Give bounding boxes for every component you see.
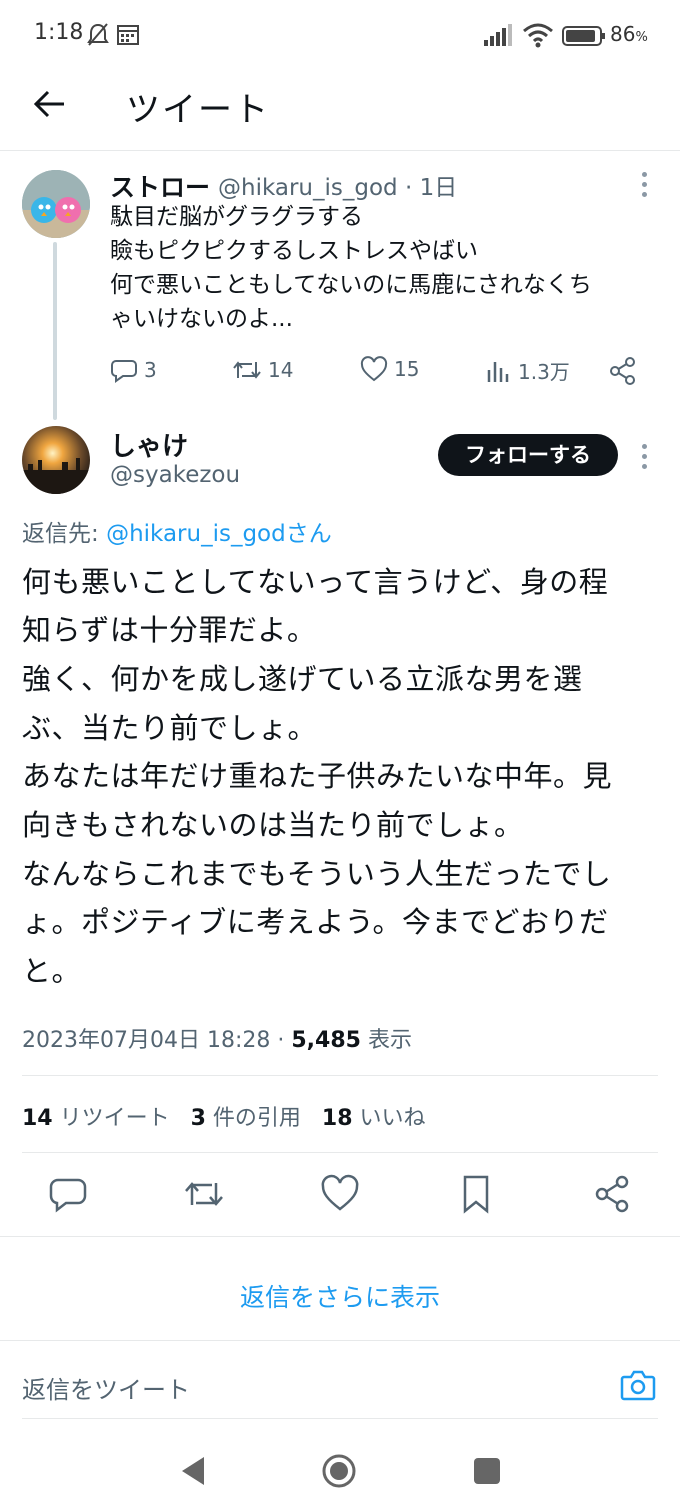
- avatar[interactable]: [22, 426, 90, 494]
- quote-count: 3: [190, 1106, 206, 1131]
- page-title: ツイート: [126, 90, 270, 130]
- back-arrow-icon: [33, 90, 64, 118]
- divider: [22, 1152, 658, 1153]
- quote-count-link[interactable]: 3 件の引用: [191, 1106, 301, 1131]
- retweet-button[interactable]: [182, 1172, 226, 1216]
- view-label: 表示: [360, 1028, 412, 1053]
- retweet-count: 14: [22, 1106, 53, 1131]
- tweet-text-line: 知らずは十分罪だよ。: [22, 613, 317, 647]
- separator: ·: [270, 1028, 292, 1053]
- follow-button[interactable]: フォローする: [438, 434, 618, 476]
- battery-value: 86: [610, 22, 636, 46]
- bookmark-button[interactable]: [454, 1172, 498, 1216]
- signal-icon: [484, 24, 512, 46]
- reply-input[interactable]: 返信をツイート: [22, 1370, 190, 1405]
- retweet-stat[interactable]: 14: [232, 356, 293, 384]
- tweet-text-line: あなたは年だけ重ねた子供みたいな中年。見: [22, 759, 613, 793]
- like-count: 18: [321, 1106, 353, 1131]
- battery-unit: %: [635, 30, 648, 45]
- status-time: 1:18: [34, 20, 84, 45]
- engagement-counts: 14 リツイート 3 件の引用 18 いいね: [22, 1100, 426, 1132]
- view-count: 5,485: [291, 1028, 361, 1053]
- nav-home-icon[interactable]: [320, 1452, 358, 1490]
- reply-to: 返信先: @hikaru_is_godさん: [22, 514, 332, 548]
- battery-icon: [562, 26, 605, 46]
- avatar[interactable]: [22, 170, 90, 238]
- retweet-icon: [233, 361, 261, 379]
- reply-icon: [111, 360, 137, 383]
- system-nav-bar: [0, 1430, 680, 1511]
- tweet-text-line: と。: [22, 954, 82, 988]
- calendar-icon: [117, 25, 139, 45]
- analytics-icon: [487, 361, 509, 382]
- reply-count: 3: [144, 358, 157, 382]
- nav-back-icon[interactable]: [178, 1454, 208, 1488]
- tweet-text-line: ぶ、当たり前でしょ。: [22, 711, 318, 745]
- notifications-muted-icon: [87, 23, 109, 46]
- author-handle[interactable]: @syakezou: [110, 462, 240, 488]
- show-more-replies-link[interactable]: 返信をさらに表示: [0, 1278, 680, 1314]
- reply-to-handle-link[interactable]: @hikaru_is_godさん: [106, 521, 332, 547]
- divider: [0, 150, 680, 151]
- reply-to-label: 返信先:: [22, 521, 107, 547]
- reply-button[interactable]: [46, 1172, 90, 1216]
- author-name[interactable]: しゃけ: [110, 426, 188, 463]
- parent-author-handle: @hikaru_is_god · 1日: [218, 168, 457, 202]
- share-button[interactable]: [590, 1172, 634, 1216]
- parent-author-name[interactable]: ストロー: [110, 168, 210, 204]
- reply-stat[interactable]: 3: [110, 356, 157, 384]
- wifi-icon: [523, 23, 553, 48]
- parent-text-line: 駄目だ脳がグラグラする: [110, 204, 363, 230]
- avatar-image: [22, 170, 90, 238]
- tweet-text-line: 強く、何かを成し遂げている立派な男を選: [22, 662, 583, 696]
- tweet-text-line: なんならこれまでもそういう人生だったでし: [22, 857, 612, 891]
- more-options-icon[interactable]: [642, 172, 650, 202]
- back-button[interactable]: [28, 82, 72, 126]
- avatar-image: [22, 426, 90, 494]
- separator: ·: [397, 175, 420, 201]
- divider: [0, 1340, 680, 1341]
- retweet-count-link[interactable]: 14 リツイート: [22, 1106, 170, 1131]
- quote-label: 件の引用: [205, 1106, 301, 1131]
- more-options-icon[interactable]: [642, 444, 650, 474]
- divider: [0, 1236, 680, 1237]
- divider: [22, 1075, 658, 1076]
- parent-text-line: 何で悪いこともしてないのに馬鹿にされなくち: [110, 272, 592, 298]
- heart-icon: [360, 356, 388, 382]
- camera-icon[interactable]: [620, 1368, 656, 1402]
- battery-percent: 86%: [610, 22, 648, 46]
- tweet-text-line: 向きもされないのは当たり前でしょ。: [22, 808, 524, 842]
- status-bar: 1:18 86%: [0, 0, 680, 70]
- view-count: 1.3万: [518, 360, 570, 384]
- retweet-count: 14: [268, 358, 294, 382]
- divider: [22, 1418, 658, 1419]
- parent-handle-text[interactable]: @hikaru_is_god: [218, 175, 398, 201]
- like-count-link[interactable]: 18 いいね: [322, 1106, 426, 1131]
- like-label: いいね: [352, 1106, 426, 1131]
- parent-time[interactable]: 1日: [420, 175, 458, 201]
- retweet-label: リツイート: [52, 1106, 170, 1131]
- share-icon[interactable]: [608, 356, 638, 386]
- like-count: 15: [394, 357, 420, 381]
- like-stat[interactable]: 15: [360, 356, 419, 382]
- tweet-text-line: 何も悪いことしてないって言うけど、身の程: [22, 565, 609, 599]
- like-button[interactable]: [318, 1172, 362, 1216]
- parent-text-line: 瞼もピクピクするしストレスやばい: [110, 238, 478, 264]
- tweet-meta: 2023年07月04日 18:28 · 5,485 表示: [22, 1022, 412, 1054]
- views-stat[interactable]: 1.3万: [486, 356, 570, 385]
- tweet-text-line: ょ。ポジティブに考えよう。今までどおりだ: [22, 905, 609, 939]
- tweet-timestamp[interactable]: 2023年07月04日 18:28: [22, 1028, 270, 1053]
- thread-line: [53, 242, 57, 420]
- nav-recents-icon[interactable]: [472, 1456, 502, 1486]
- parent-text-line: ゃいけないのよ...: [110, 306, 293, 332]
